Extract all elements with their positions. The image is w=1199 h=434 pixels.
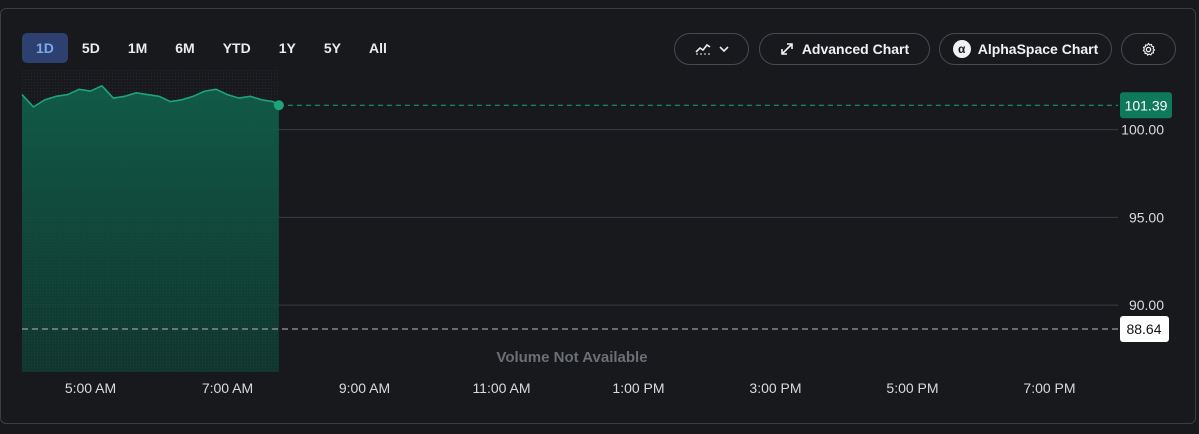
x-tick-label: 7:00 PM <box>1023 380 1075 396</box>
price-area-texture <box>22 85 279 373</box>
x-tick-label: 11:00 AM <box>472 380 530 396</box>
y-tick-label: 95.00 <box>1129 209 1164 225</box>
x-tick-label: 5:00 AM <box>65 380 116 396</box>
x-tick-label: 5:00 PM <box>886 380 938 396</box>
last-price-label: 101.39 <box>1125 97 1168 113</box>
price-chart: 100.00 95.00 90.00 5:00 AM 7:00 AM 9:00 AM 11:… <box>21 70 1172 396</box>
last-price-dot <box>273 100 284 111</box>
previous-close-label: 88.64 <box>1126 321 1161 337</box>
x-tick-label: 9:00 AM <box>339 380 390 396</box>
y-tick-label: 90.00 <box>1129 297 1164 313</box>
x-tick-label: 7:00 AM <box>202 380 253 396</box>
volume-message: Volume Not Available <box>496 349 647 366</box>
x-tick-label: 3:00 PM <box>749 380 801 396</box>
y-tick-label: 100.00 <box>1121 122 1164 138</box>
x-tick-label: 1:00 PM <box>612 380 664 396</box>
